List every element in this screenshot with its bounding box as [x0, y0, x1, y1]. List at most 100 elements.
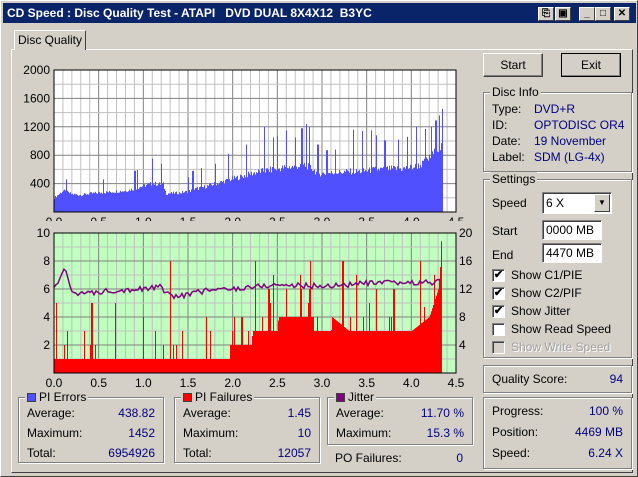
- data-bar: [338, 322, 339, 373]
- exit-button[interactable]: Exit: [561, 53, 621, 77]
- speed-value: 6 X: [546, 196, 565, 210]
- data-bar: [242, 176, 243, 212]
- y2-tick-label: 4: [459, 338, 466, 352]
- checkmark-icon[interactable]: ✔: [492, 268, 505, 282]
- data-bar: [230, 345, 231, 373]
- data-bar: [372, 331, 373, 373]
- data-bar: [335, 149, 336, 212]
- data-bar: [210, 183, 211, 212]
- data-bar: [383, 331, 384, 373]
- speed-select[interactable]: 6 X ▼: [542, 192, 612, 214]
- data-bar: [248, 171, 249, 212]
- data-bar: [208, 185, 209, 212]
- data-bar: [387, 331, 388, 373]
- data-bar: [141, 359, 142, 373]
- minimize-icon[interactable]: _: [579, 7, 595, 21]
- data-bar: [219, 182, 220, 212]
- data-bar: [371, 331, 372, 373]
- data-bar: [274, 168, 275, 212]
- close-icon[interactable]: ✕: [614, 7, 630, 21]
- data-bar: [322, 331, 323, 373]
- show-option-checkbox[interactable]: ✔ Show C1/PIE: [492, 268, 582, 282]
- data-bar: [438, 289, 439, 373]
- data-bar: [273, 137, 274, 212]
- start-button[interactable]: Start: [483, 53, 543, 77]
- data-bar: [410, 164, 411, 212]
- checkbox-empty[interactable]: [492, 322, 505, 336]
- data-bar: [183, 192, 184, 212]
- data-bar: [288, 317, 289, 373]
- data-bar: [124, 191, 125, 212]
- show-option-checkbox[interactable]: ✔ Show Jitter: [492, 304, 570, 318]
- data-bar: [359, 331, 360, 373]
- data-bar: [192, 359, 193, 373]
- data-bar: [194, 189, 195, 212]
- show-option-checkbox[interactable]: Show Read Speed: [492, 322, 611, 336]
- start-label: Start: [492, 224, 518, 238]
- data-bar: [139, 359, 140, 373]
- data-bar: [329, 173, 330, 212]
- data-bar: [292, 165, 293, 212]
- data-bar: [130, 359, 131, 373]
- data-bar: [103, 179, 104, 212]
- data-bar: [299, 317, 300, 373]
- show-option-checkbox[interactable]: ✔ Show C2/PIF: [492, 286, 582, 300]
- data-bar: [306, 123, 307, 212]
- data-bar: [217, 183, 218, 212]
- data-bar: [118, 192, 119, 212]
- data-bar: [378, 331, 379, 373]
- data-bar: [101, 359, 102, 373]
- data-bar: [104, 359, 105, 373]
- data-bar: [424, 158, 425, 212]
- data-bar: [250, 175, 251, 212]
- data-bar: [310, 164, 311, 212]
- data-bar: [380, 331, 381, 373]
- checkbox-label: Show Read Speed: [511, 322, 612, 336]
- data-bar: [405, 168, 406, 212]
- data-bar: [184, 359, 185, 373]
- start-input[interactable]: 0000 MB: [542, 220, 602, 240]
- data-bar: [215, 163, 216, 212]
- data-bar: [227, 178, 228, 212]
- data-bar: [113, 359, 114, 373]
- data-bar: [440, 267, 441, 373]
- pi-failures-chart: 0.0 0.5 1.0 1.5 2.0 2.5 3.0 3.5 4.0 4.5 2 4 6 8 10 4 8 12…: [37, 226, 473, 390]
- data-bar: [107, 191, 108, 212]
- x-tick-label: 4.0: [403, 376, 420, 390]
- checkmark-icon[interactable]: ✔: [492, 286, 505, 300]
- data-bar: [263, 331, 264, 373]
- data-bar: [181, 193, 182, 212]
- data-bar: [404, 331, 405, 373]
- data-bar: [261, 168, 262, 212]
- data-bar: [247, 345, 248, 373]
- save-icon[interactable]: ▣: [555, 7, 571, 21]
- checkmark-icon[interactable]: ✔: [492, 304, 505, 318]
- data-bar: [251, 345, 252, 373]
- maximize-icon[interactable]: □: [595, 7, 611, 21]
- end-input[interactable]: 4470 MB: [542, 243, 602, 263]
- data-bar: [272, 167, 273, 212]
- data-bar: [253, 173, 254, 212]
- stat-value: 15.3 %: [426, 426, 464, 440]
- tab-disc-quality[interactable]: Disc Quality: [14, 30, 86, 50]
- data-bar: [345, 171, 346, 212]
- data-bar: [343, 261, 344, 373]
- data-bar: [246, 345, 247, 373]
- copy-icon[interactable]: ⎘: [538, 7, 554, 21]
- data-bar: [357, 171, 358, 212]
- data-bar: [323, 331, 324, 373]
- data-bar: [101, 192, 102, 212]
- data-bar: [85, 359, 86, 373]
- x-tick-label: 2.5: [269, 376, 286, 390]
- x-tick-label: 3.5: [358, 376, 375, 390]
- data-bar: [409, 331, 410, 373]
- chevron-down-icon[interactable]: ▼: [594, 194, 610, 212]
- data-bar: [79, 359, 80, 373]
- data-bar: [413, 329, 414, 373]
- data-bar: [197, 359, 198, 373]
- data-bar: [340, 172, 341, 212]
- data-bar: [137, 359, 138, 373]
- quality-score-value: 94: [609, 372, 623, 386]
- data-bar: [378, 168, 379, 212]
- data-bar: [213, 184, 214, 212]
